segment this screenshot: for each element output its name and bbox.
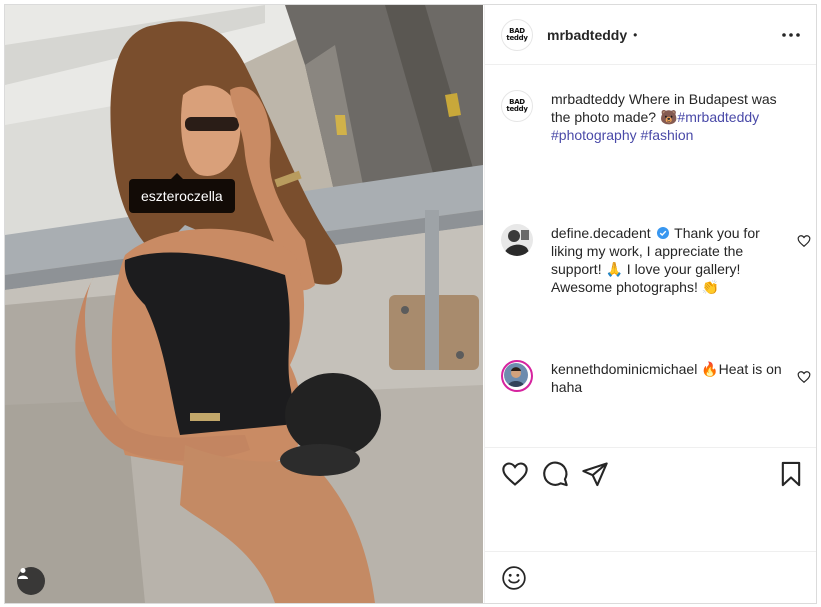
logo-line-2: teddy	[506, 33, 528, 42]
caption-avatar[interactable]: BAD teddy	[501, 90, 533, 122]
verified-badge-icon	[656, 227, 669, 239]
user-tag-icon	[18, 568, 28, 579]
commenter-avatar[interactable]	[501, 360, 533, 392]
smiley-icon[interactable]	[501, 565, 527, 591]
post-side-panel: BAD teddy mrbadteddy • BAD teddy mrbadte…	[484, 5, 816, 603]
hashtag-link[interactable]: #photography	[551, 127, 637, 143]
tagged-user-label[interactable]: eszteroczella	[129, 173, 235, 213]
comment-item: kennethdominicmichael 🔥Heat is on haha	[501, 360, 811, 396]
comment-username[interactable]: define.decadent	[551, 225, 651, 241]
comment-text-block: kennethdominicmichael 🔥Heat is on haha	[551, 360, 783, 396]
comment-list[interactable]: BAD teddy mrbadteddy Where in Budapest w…	[485, 66, 816, 446]
post-caption: BAD teddy mrbadteddy Where in Budapest w…	[501, 90, 801, 144]
author-username[interactable]: mrbadteddy	[547, 27, 627, 43]
bookmark-icon[interactable]	[777, 460, 805, 488]
comment-text-block: define.decadent Thank you for liking my …	[551, 224, 783, 296]
hashtag-link[interactable]: #mrbadteddy	[677, 109, 759, 125]
heart-icon[interactable]	[501, 460, 529, 488]
comment-like-heart-icon[interactable]	[797, 370, 811, 384]
caption-text-block: mrbadteddy Where in Budapest was the pho…	[551, 90, 783, 144]
more-options-button[interactable]	[779, 23, 803, 47]
commenter-photo	[501, 224, 533, 256]
caption-emoji: 🐻	[659, 109, 678, 125]
hashtag-link[interactable]: #fashion	[641, 127, 694, 143]
comment-username[interactable]: kennethdominicmichael	[551, 361, 697, 377]
add-comment-bar	[485, 551, 816, 603]
caption-username[interactable]: mrbadteddy	[551, 91, 625, 107]
post-action-bar	[485, 447, 816, 551]
post-photo[interactable]: eszteroczella	[5, 5, 483, 603]
more-horizontal-icon	[782, 33, 800, 37]
post-dialog: eszteroczella BAD teddy mrbadteddy • BAD…	[4, 4, 817, 604]
post-header: BAD teddy mrbadteddy •	[485, 5, 816, 65]
commenter-photo	[504, 363, 528, 387]
caption-logo-line-2: teddy	[506, 105, 528, 113]
comment-item: define.decadent Thank you for liking my …	[501, 224, 811, 296]
photo-illustration	[5, 5, 483, 603]
author-avatar[interactable]: BAD teddy	[501, 18, 533, 51]
comment-like-heart-icon[interactable]	[797, 234, 811, 248]
comment-bubble-icon[interactable]	[541, 460, 569, 488]
user-tag-button[interactable]	[17, 567, 45, 595]
paper-plane-icon[interactable]	[581, 460, 609, 488]
commenter-avatar[interactable]	[501, 224, 533, 256]
header-separator: •	[633, 27, 638, 42]
